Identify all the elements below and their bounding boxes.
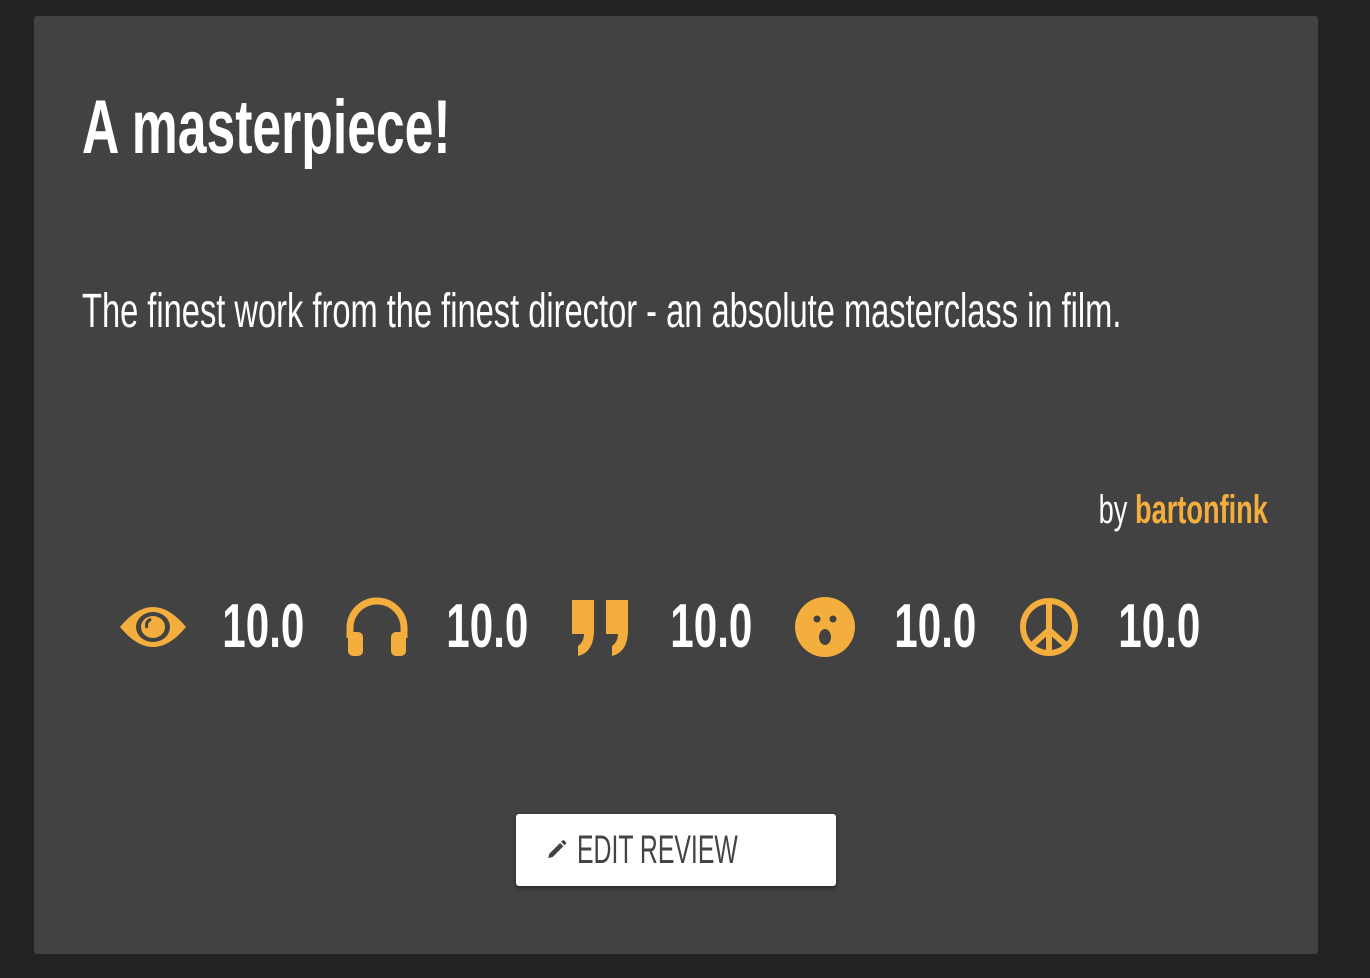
rating-headphones: 10.0	[342, 591, 562, 662]
ratings-row: 10.0 10.0 10.0 10.0 10.0	[34, 591, 1318, 662]
review-body: The finest work from the finest director…	[82, 285, 1122, 338]
rating-eye: 10.0	[118, 591, 338, 662]
rating-surprise: 10.0	[790, 591, 1010, 662]
surprised-face-icon	[795, 596, 855, 657]
rating-quote: 10.0	[566, 591, 786, 662]
pencil-icon	[548, 840, 567, 859]
review-author-line: by bartonfink	[1019, 488, 1268, 533]
peace-icon	[1020, 597, 1078, 656]
review-title: A masterpiece!	[82, 85, 451, 170]
rating-peace: 10.0	[1014, 591, 1234, 662]
headphones-icon	[346, 597, 408, 656]
edit-review-label: EDIT REVIEW	[576, 827, 738, 872]
quote-icon	[572, 599, 628, 656]
review-card: A masterpiece! The finest work from the …	[34, 16, 1318, 954]
author-link[interactable]: bartonfink	[1135, 488, 1268, 532]
by-label: by	[1098, 488, 1128, 532]
edit-review-button[interactable]: EDIT REVIEW	[516, 814, 836, 886]
eye-icon	[120, 606, 186, 647]
